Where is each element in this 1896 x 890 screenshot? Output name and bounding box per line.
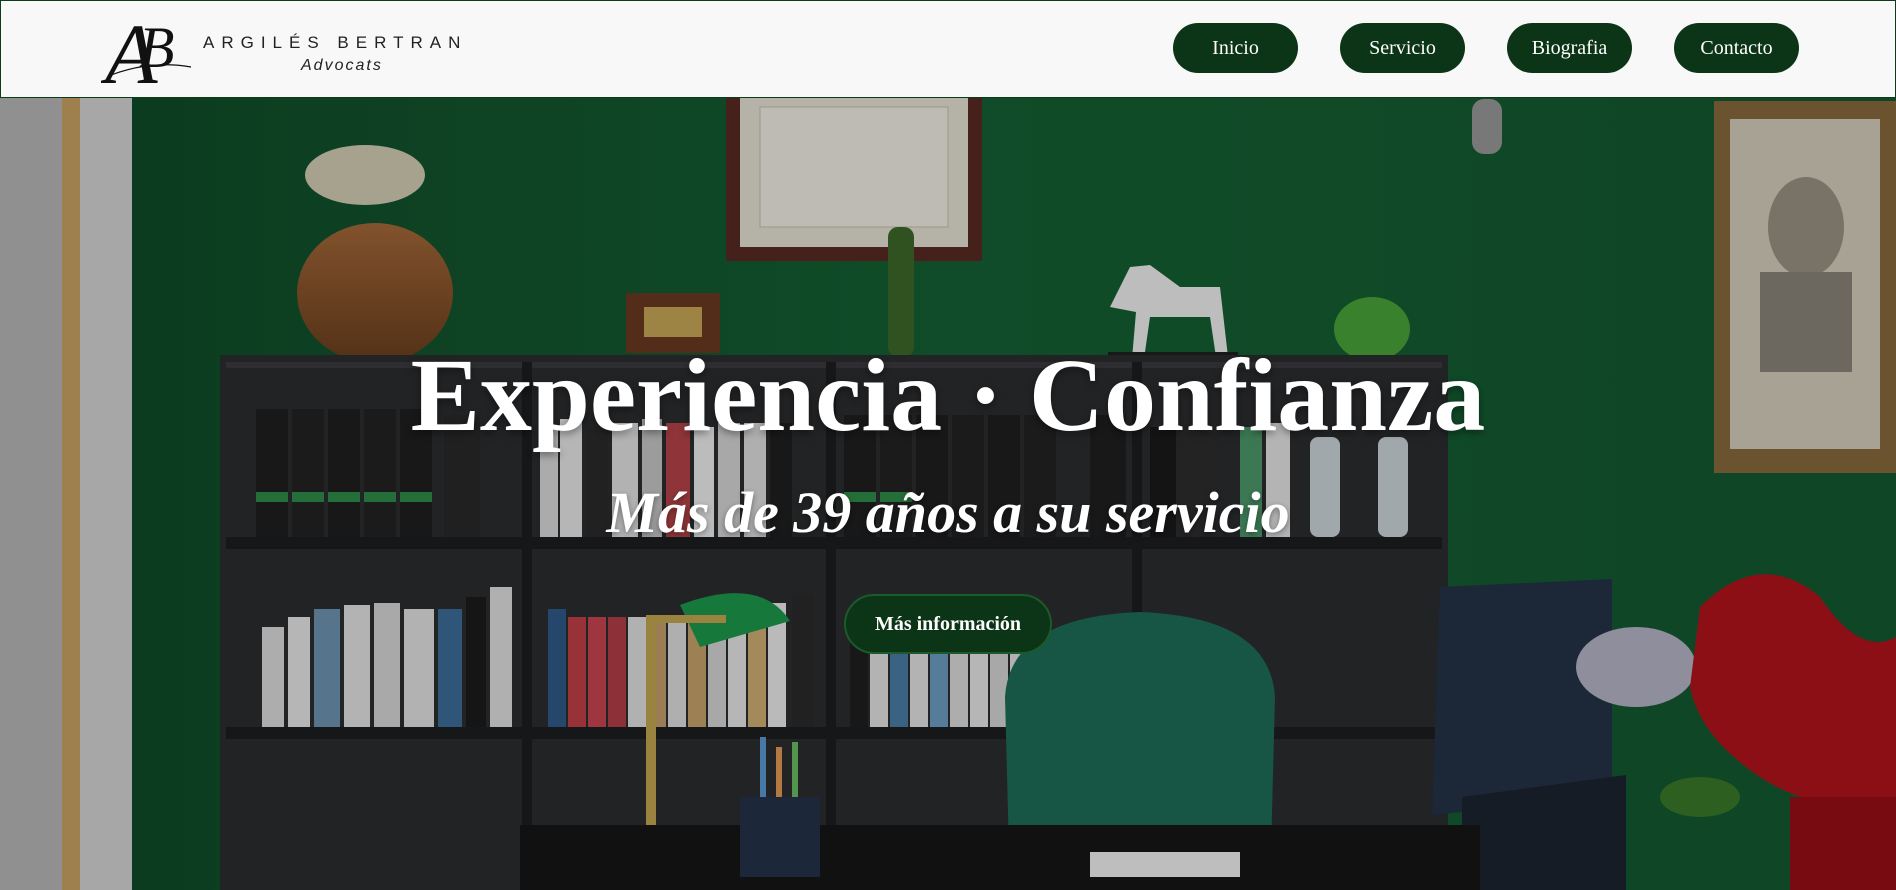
hero-section: Experiencia · Confianza Más de 39 años a… — [0, 97, 1896, 890]
site-header: A B ARGILÉS BERTRAN Advocats Inicio Serv… — [0, 0, 1896, 98]
brand-name: ARGILÉS BERTRAN — [203, 33, 468, 52]
hero-subtitle: Más de 39 años a su servicio — [606, 480, 1290, 545]
brand-logo[interactable]: A B ARGILÉS BERTRAN Advocats — [101, 5, 481, 93]
ab-monogram-icon: A B — [101, 6, 192, 93]
nav-biografia-button[interactable]: Biografia — [1507, 23, 1632, 73]
svg-text:B: B — [139, 15, 174, 80]
main-nav: Inicio Servicio Biografia Contacto — [1173, 23, 1799, 73]
nav-servicio-button[interactable]: Servicio — [1340, 23, 1465, 73]
nav-inicio-button[interactable]: Inicio — [1173, 23, 1298, 73]
nav-contacto-button[interactable]: Contacto — [1674, 23, 1799, 73]
hero-title: Experiencia · Confianza — [410, 338, 1486, 453]
brand-subtitle: Advocats — [301, 57, 383, 74]
more-info-button[interactable]: Más información — [844, 594, 1052, 654]
